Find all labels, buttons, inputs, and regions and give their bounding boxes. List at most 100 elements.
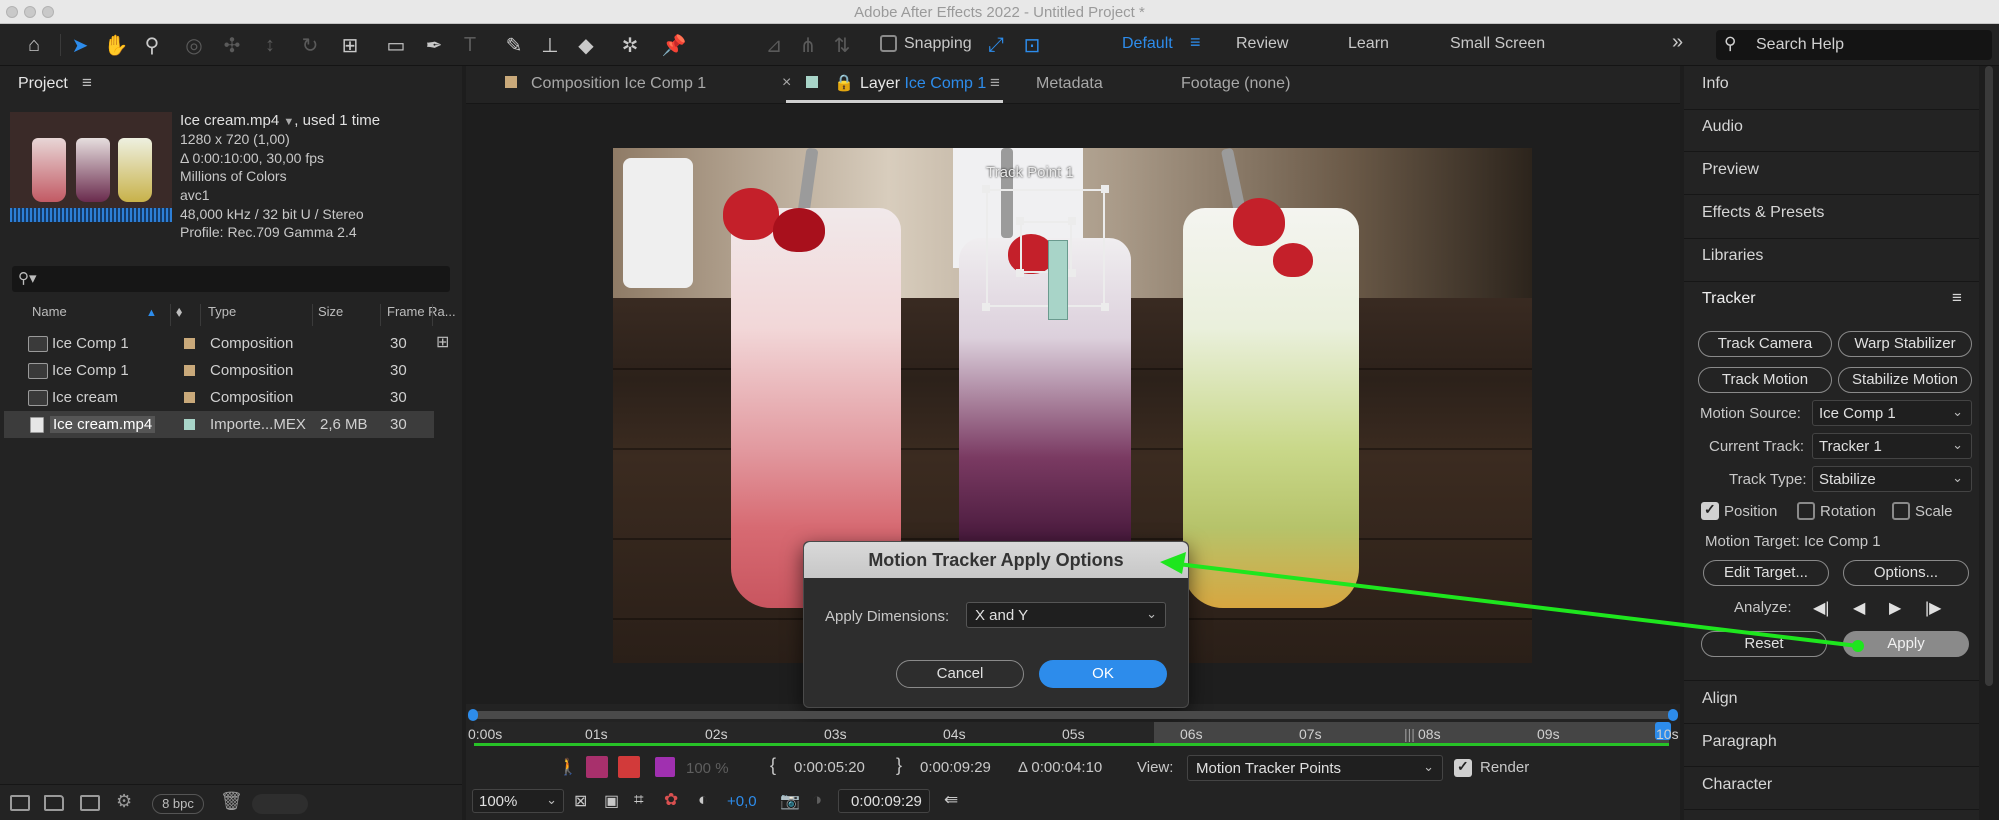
label-color-swatch[interactable] — [184, 419, 195, 430]
search-region-handle[interactable] — [982, 303, 990, 311]
eraser-tool-icon[interactable]: ◆ — [572, 32, 600, 58]
rotation-tool-icon[interactable]: ↻ — [296, 32, 324, 58]
tab-metadata[interactable]: Metadata — [1036, 75, 1103, 93]
set-out-point-icon[interactable]: } — [896, 755, 902, 776]
new-folder-icon[interactable] — [44, 795, 64, 811]
snap-edges-icon[interactable]: ⤢ — [982, 32, 1010, 58]
warp-stabilizer-button[interactable]: Warp Stabilizer — [1838, 331, 1972, 357]
feature-region-handle[interactable] — [1068, 269, 1076, 277]
lock-icon[interactable]: 🔒 — [834, 73, 854, 93]
stabilize-motion-button[interactable]: Stabilize Motion — [1838, 367, 1972, 393]
pen-tool-icon[interactable]: ✒ — [420, 32, 448, 58]
label-color-swatch[interactable] — [184, 338, 195, 349]
search-region-handle[interactable] — [1101, 303, 1109, 311]
current-time-field[interactable]: 0:00:09:29 — [838, 789, 930, 813]
project-row-selected[interactable]: Ice cream.mp4 Importe...MEX 2,6 MB 30 — [4, 411, 434, 438]
label-tag-icon[interactable]: ⬧ — [176, 303, 182, 325]
project-search-input[interactable]: ⚲▾ — [12, 266, 450, 292]
trash-icon[interactable]: 🗑 — [220, 791, 243, 812]
panel-paragraph[interactable]: Paragraph — [1702, 733, 1777, 751]
workspace-small-screen[interactable]: Small Screen — [1450, 35, 1545, 53]
brush-tool-icon[interactable]: ✎ — [500, 32, 528, 58]
panel-preview[interactable]: Preview — [1702, 161, 1759, 179]
dolly-camera-icon[interactable]: ↕ — [256, 32, 284, 58]
feature-region-handle[interactable] — [1068, 217, 1076, 225]
project-settings-icon[interactable]: ⚙ — [116, 791, 132, 812]
project-row[interactable]: Ice Comp 1 Composition 30 — [4, 330, 434, 357]
ok-button[interactable]: OK — [1039, 660, 1167, 688]
project-row[interactable]: Ice cream Composition 30 — [4, 384, 434, 411]
rectangle-tool-icon[interactable]: ▭ — [382, 32, 410, 58]
interpret-footage-icon[interactable] — [10, 795, 30, 811]
flowchart-icon[interactable]: ⊞ — [436, 332, 449, 352]
attach-point-icon[interactable] — [1048, 240, 1068, 320]
workspace-review[interactable]: Review — [1236, 35, 1288, 53]
column-size-header[interactable]: Size — [318, 304, 343, 326]
workspace-learn[interactable]: Learn — [1348, 35, 1389, 53]
magnification-select[interactable]: 100% ⌄ — [472, 789, 564, 813]
tab-composition[interactable]: Composition Ice Comp 1 — [531, 75, 706, 93]
search-region-handle[interactable] — [1101, 185, 1109, 193]
feature-region-handle[interactable] — [1016, 217, 1024, 225]
mask-visibility-icon[interactable]: ▣ — [604, 791, 619, 811]
exposure-value[interactable]: +0,0 — [727, 793, 757, 810]
channel-icon[interactable]: ✿ — [664, 790, 678, 810]
panel-menu-icon[interactable]: ≡ — [82, 73, 92, 93]
color-swatch-button[interactable] — [655, 757, 675, 777]
panel-libraries[interactable]: Libraries — [1702, 247, 1763, 265]
search-help-input[interactable]: ⚲ Search Help — [1716, 30, 1992, 60]
reset-button[interactable]: Reset — [1701, 631, 1827, 657]
motion-path-icon[interactable] — [586, 756, 608, 778]
opacity-value[interactable]: 100 % — [686, 760, 729, 777]
apply-dimensions-select[interactable]: X and Y ⌄ — [966, 602, 1166, 628]
transparency-grid-icon[interactable]: ⊠ — [574, 791, 587, 811]
scale-checkbox[interactable] — [1892, 502, 1910, 520]
orbit-camera-icon[interactable]: ◎ — [180, 32, 208, 58]
tab-footage[interactable]: Footage (none) — [1181, 75, 1290, 93]
close-tab-icon[interactable]: × — [782, 74, 791, 92]
region-of-interest-icon[interactable]: ⌗ — [634, 790, 644, 810]
cancel-button[interactable]: Cancel — [896, 660, 1024, 688]
set-in-point-icon[interactable]: { — [770, 755, 776, 776]
reset-exposure-icon[interactable]: ◐ — [698, 790, 708, 810]
position-checkbox[interactable] — [1701, 501, 1719, 520]
edit-original-icon[interactable]: ⇚ — [944, 790, 958, 810]
tab-menu-icon[interactable]: ≡ — [990, 73, 1000, 93]
world-axis-icon[interactable]: ⋔ — [794, 32, 822, 58]
current-track-select[interactable]: Tracker 1 ⌄ — [1812, 433, 1972, 459]
sort-ascending-icon[interactable]: ▲ — [146, 307, 157, 329]
pan-behind-tool-icon[interactable]: ⊞ — [336, 32, 364, 58]
panel-audio[interactable]: Audio — [1702, 118, 1743, 136]
snap-features-icon[interactable]: ⊡ — [1018, 32, 1046, 58]
workspace-default[interactable]: Default — [1122, 35, 1173, 53]
panel-character[interactable]: Character — [1702, 776, 1772, 794]
feature-region-handle[interactable] — [1016, 269, 1024, 277]
project-row[interactable]: Ice Comp 1 Composition 30 — [4, 357, 434, 384]
tracker-menu-icon[interactable]: ≡ — [1952, 288, 1962, 308]
thumbnail-slider[interactable] — [252, 794, 308, 814]
more-workspaces-icon[interactable]: » — [1672, 31, 1683, 54]
panel-info[interactable]: Info — [1702, 75, 1729, 93]
puppet-pin-icon[interactable]: 📌 — [660, 32, 688, 58]
navigator-end-handle[interactable] — [1668, 709, 1678, 721]
column-framerate-header[interactable]: Frame Ra... — [387, 304, 456, 326]
chevron-down-icon[interactable]: ▼ — [283, 116, 294, 128]
tab-layer[interactable]: Layer Ice Comp 1 — [860, 75, 986, 93]
show-snapshot-icon[interactable]: ◑ — [812, 790, 822, 810]
label-color-swatch[interactable] — [184, 392, 195, 403]
layer-figure-icon[interactable] — [618, 756, 640, 778]
pan-camera-icon[interactable]: ✣ — [218, 32, 246, 58]
hand-tool-icon[interactable]: ✋ — [102, 32, 130, 58]
snapshot-camera-icon[interactable]: 📷 — [780, 791, 800, 811]
analyze-forward-icon[interactable]: ▶ — [1889, 598, 1901, 618]
label-color-swatch[interactable] — [184, 365, 195, 376]
new-composition-icon[interactable] — [80, 795, 100, 811]
edit-target-button[interactable]: Edit Target... — [1703, 560, 1829, 586]
snapping-checkbox[interactable] — [880, 35, 897, 52]
apply-button[interactable]: Apply — [1843, 631, 1969, 657]
analyze-backward-icon[interactable]: ◀ — [1853, 598, 1865, 618]
column-name-header[interactable]: Name — [32, 304, 67, 326]
type-tool-icon[interactable]: T — [456, 32, 484, 58]
options-button[interactable]: Options... — [1843, 560, 1969, 586]
zoom-tool-icon[interactable]: ⚲ — [138, 32, 166, 58]
